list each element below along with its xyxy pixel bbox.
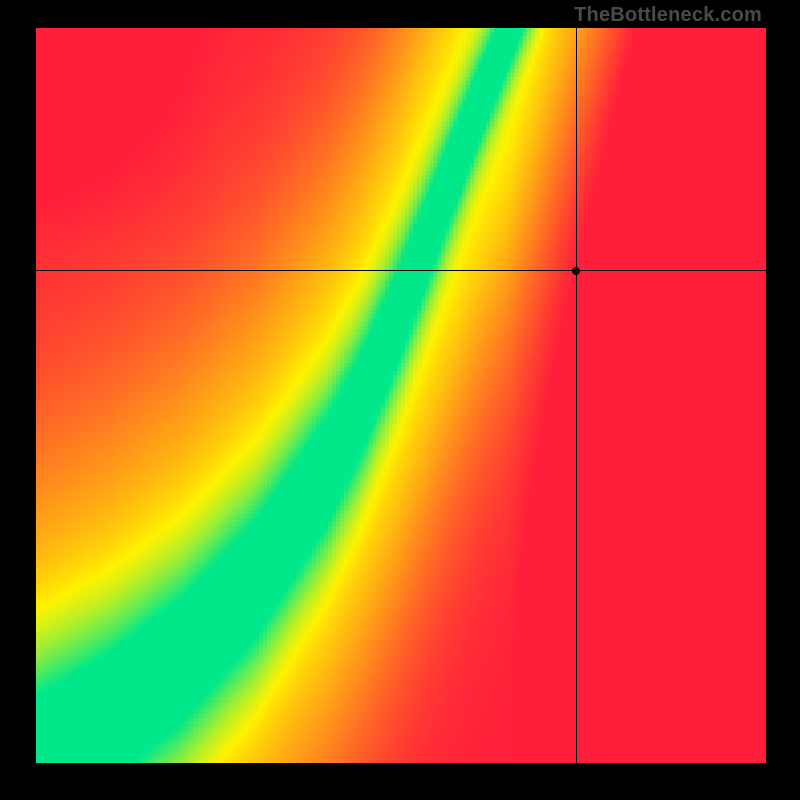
crosshair-vertical (576, 28, 577, 763)
crosshair-horizontal (36, 270, 766, 271)
marker-point (572, 267, 580, 275)
source-attribution: TheBottleneck.com (574, 4, 762, 27)
heatmap-canvas (36, 28, 766, 763)
chart-stage: TheBottleneck.com (0, 0, 800, 800)
